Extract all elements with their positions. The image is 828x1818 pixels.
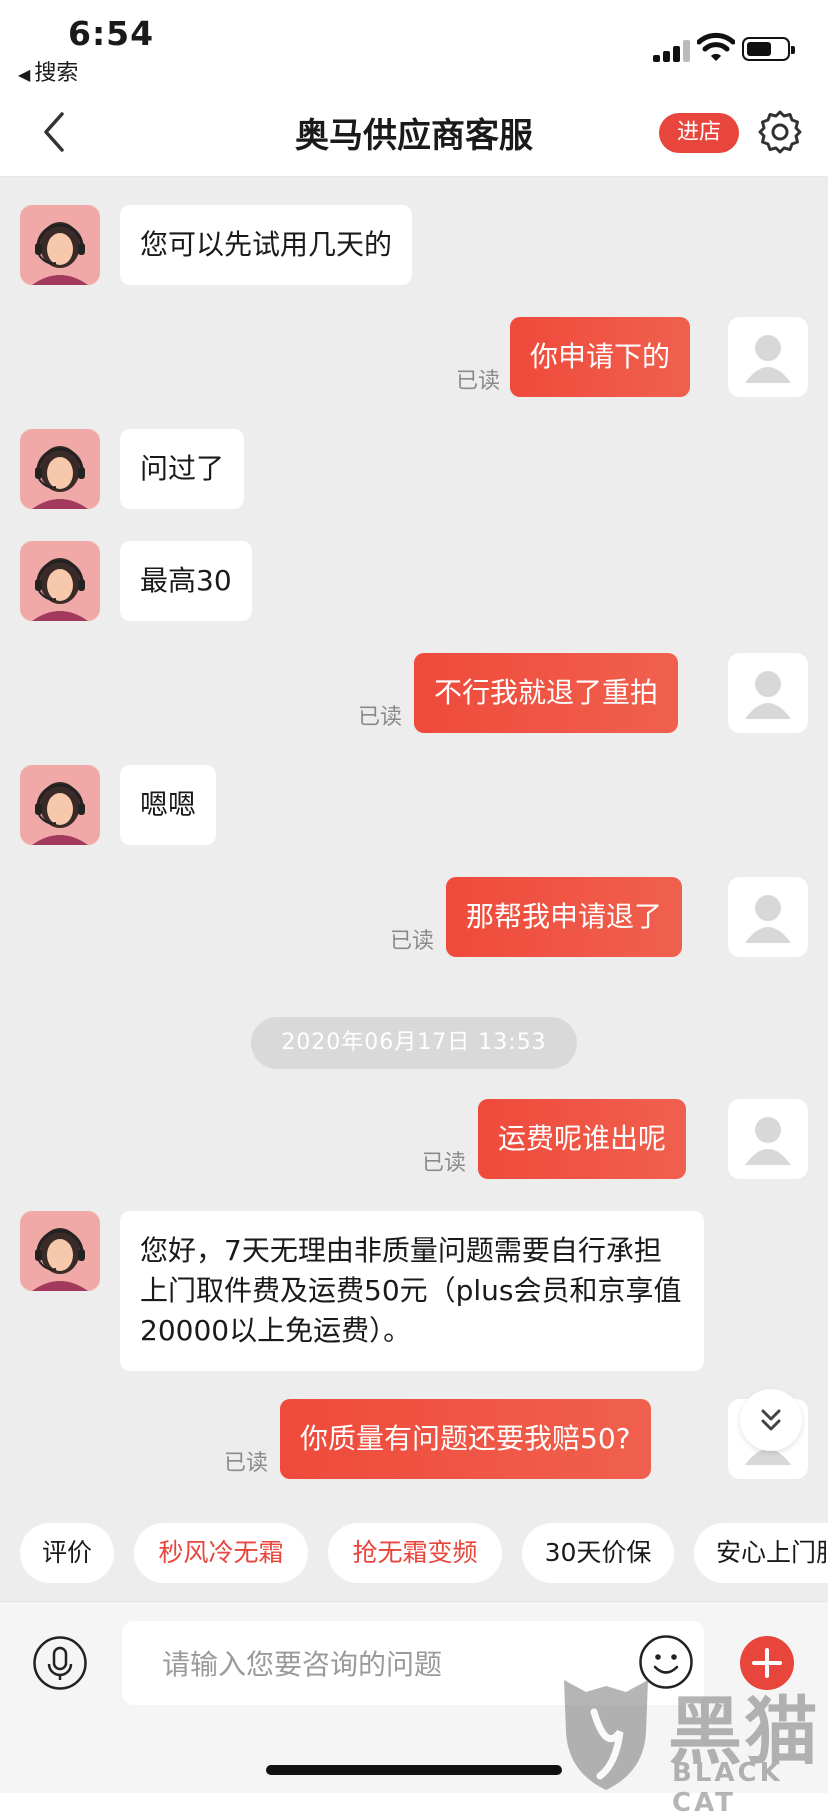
- headset-avatar-icon: [32, 222, 88, 285]
- agent-avatar[interactable]: [20, 1211, 100, 1291]
- message-bubble[interactable]: 你质量有问题还要我赔50?: [280, 1399, 651, 1479]
- quick-tag-bar: 评价 秒风冷无霜 抢无霜变频 30天价保 安心上门服: [0, 1523, 828, 1585]
- cellular-signal-icon: [653, 40, 697, 62]
- user-avatar[interactable]: [728, 653, 808, 733]
- chat-area[interactable]: 您可以先试用几天的 已读 你申请下的 问过了 最高30 已读 不行我就退了重拍: [0, 177, 828, 1601]
- gear-icon[interactable]: [757, 109, 803, 155]
- user-avatar-icon: [745, 671, 791, 719]
- home-indicator[interactable]: [266, 1765, 562, 1775]
- agent-avatar[interactable]: [20, 541, 100, 621]
- user-avatar[interactable]: [728, 317, 808, 397]
- cat-logo-icon: [564, 1680, 648, 1790]
- message-bubble[interactable]: 不行我就退了重拍: [414, 653, 679, 733]
- battery-icon: [742, 37, 795, 61]
- user-avatar-icon: [745, 1117, 791, 1165]
- headset-avatar-icon: [32, 446, 88, 509]
- read-receipt: 已读: [390, 929, 435, 954]
- microphone-icon[interactable]: [32, 1635, 88, 1691]
- message-bubble[interactable]: 那帮我申请退了: [446, 877, 683, 957]
- chevron-double-down-icon: [761, 1409, 781, 1431]
- status-bar: 6:54 ◀ 搜索: [0, 0, 828, 88]
- message-bubble[interactable]: 你申请下的: [510, 317, 691, 397]
- message-bubble[interactable]: 问过了: [120, 429, 245, 509]
- user-avatar-icon: [745, 335, 791, 383]
- message-bubble[interactable]: 您好，7天无理由非质量问题需要自行承担上门取件费及运费50元（plus会员和京享…: [120, 1211, 704, 1371]
- message-bubble[interactable]: 运费呢谁出呢: [478, 1099, 687, 1179]
- quick-tag-review[interactable]: 评价: [20, 1523, 114, 1583]
- read-receipt: 已读: [358, 705, 403, 730]
- user-avatar[interactable]: [728, 877, 808, 957]
- black-cat-watermark: 黑猫 BLACK CAT: [556, 1672, 828, 1818]
- timestamp-divider: 2020年06月17日 13:53: [251, 1017, 577, 1069]
- enter-shop-button[interactable]: 进店: [659, 113, 739, 153]
- back-to-app-link[interactable]: ◀ 搜索: [18, 55, 78, 87]
- headset-avatar-icon: [32, 558, 88, 621]
- quick-tag-frost-free[interactable]: 秒风冷无霜: [134, 1523, 308, 1583]
- back-app-label: 搜索: [34, 61, 79, 86]
- watermark-en-text: BLACK CAT: [672, 1758, 783, 1818]
- headset-avatar-icon: [32, 1228, 88, 1291]
- read-receipt: 已读: [456, 369, 501, 394]
- quick-tag-price-protect[interactable]: 30天价保: [522, 1523, 674, 1583]
- read-receipt: 已读: [224, 1451, 269, 1476]
- wifi-icon: [697, 32, 735, 61]
- user-avatar[interactable]: [728, 1099, 808, 1179]
- back-triangle-icon: ◀: [18, 65, 31, 84]
- agent-avatar[interactable]: [20, 429, 100, 509]
- scroll-to-bottom-button[interactable]: [740, 1389, 802, 1451]
- message-bubble[interactable]: 您可以先试用几天的: [120, 205, 413, 285]
- message-bubble[interactable]: 嗯嗯: [120, 765, 217, 845]
- headset-avatar-icon: [32, 782, 88, 845]
- agent-avatar[interactable]: [20, 765, 100, 845]
- quick-tag-inverter[interactable]: 抢无霜变频: [328, 1523, 502, 1583]
- quick-tag-home-service[interactable]: 安心上门服: [694, 1523, 828, 1583]
- read-receipt: 已读: [422, 1151, 467, 1176]
- user-avatar-icon: [745, 895, 791, 943]
- nav-bar: 奥马供应商客服 进店: [0, 88, 828, 177]
- message-bubble[interactable]: 最高30: [120, 541, 252, 621]
- status-time: 6:54: [68, 14, 155, 53]
- agent-avatar[interactable]: [20, 205, 100, 285]
